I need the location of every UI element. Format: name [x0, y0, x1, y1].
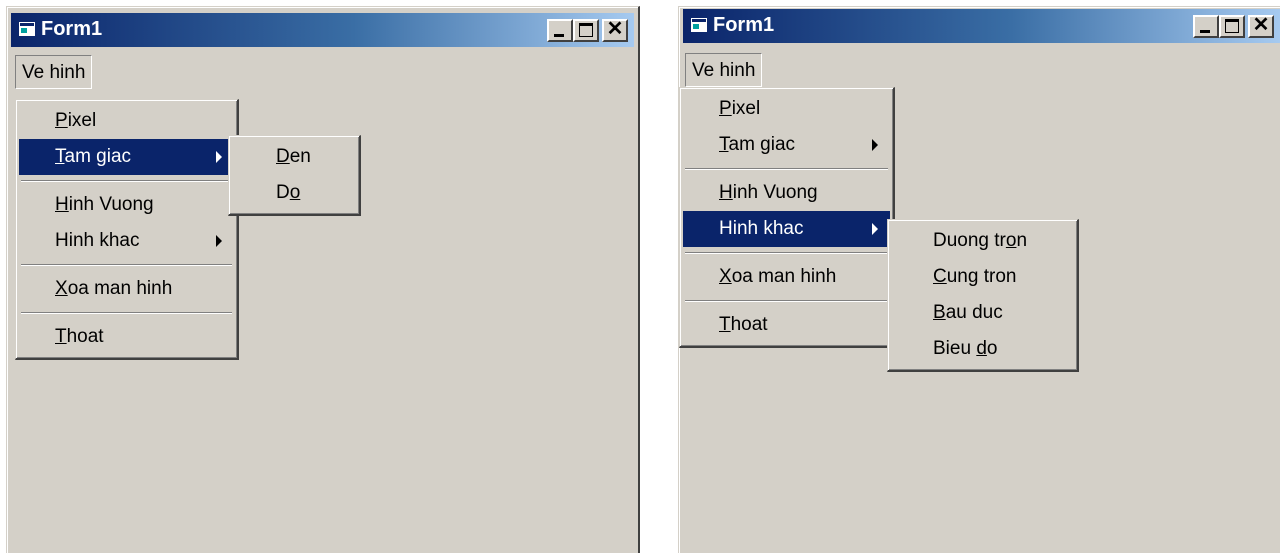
menu-separator — [683, 163, 890, 175]
label-rest: ung tron — [946, 266, 1017, 287]
mnemonic: d — [976, 338, 987, 359]
ve-hinh-dropdown: Pixel Tam giac Hinh Vuong Hinh khac Xoa … — [15, 99, 239, 360]
form-icon — [19, 22, 35, 36]
menu-separator — [19, 175, 234, 187]
label-rest: ixel — [731, 98, 761, 119]
mnemonic: T — [719, 314, 731, 335]
title-bar[interactable]: Form1 ✕ — [11, 13, 634, 47]
form-icon — [691, 18, 707, 32]
mnemonic: X — [719, 266, 732, 287]
menu-item-thoat[interactable]: Thoat — [683, 307, 890, 343]
menu-separator — [683, 247, 890, 259]
menu-separator — [19, 259, 234, 271]
submenu-arrow-icon — [216, 151, 222, 163]
submenu-arrow-icon — [216, 235, 222, 247]
menu-item-cung-tron[interactable]: Cung tron — [891, 259, 1074, 295]
menu-item-hinh-khac[interactable]: Hinh khac — [19, 223, 234, 259]
mnemonic: T — [55, 326, 67, 347]
close-icon: ✕ — [606, 18, 624, 40]
label-rest: hoat — [730, 314, 768, 335]
menu-item-hinh-vuong[interactable]: Hinh Vuong — [19, 187, 234, 223]
mnemonic: o — [289, 182, 301, 203]
mnemonic: D — [276, 146, 290, 167]
label: Hinh khac — [55, 230, 140, 251]
menu-separator — [19, 307, 234, 319]
menu-item-do[interactable]: Do — [232, 175, 356, 211]
label-rest: am giac — [728, 134, 796, 155]
menu-separator — [683, 295, 890, 307]
menu-item-duong-tron[interactable]: Duong tron — [891, 223, 1074, 259]
submenu-arrow-icon — [872, 139, 878, 151]
mnemonic: H — [719, 182, 733, 203]
menu-item-bau-duc[interactable]: Bau duc — [891, 295, 1074, 331]
menu-item-pixel[interactable]: Pixel — [683, 91, 890, 127]
close-icon: ✕ — [1252, 14, 1270, 36]
mnemonic: T — [55, 146, 65, 167]
menu-item-hinh-khac[interactable]: Hinh khac — [683, 211, 890, 247]
close-button[interactable]: ✕ — [1248, 14, 1274, 38]
label-rest: n — [1016, 230, 1028, 251]
window-title: Form1 — [713, 14, 775, 36]
label-rest: inh Vuong — [732, 182, 818, 203]
submenu-arrow-icon — [872, 223, 878, 235]
tam-giac-submenu: Den Do — [228, 135, 361, 216]
label-rest: inh Vuong — [68, 194, 154, 215]
form1-window-left: Form1 ✕ Ve hinh Pixel Tam giac Hinh Vuon… — [6, 6, 640, 553]
label-pre: Bieu — [933, 338, 977, 359]
mnemonic: P — [55, 110, 68, 131]
close-button[interactable]: ✕ — [602, 18, 628, 42]
menu-item-den[interactable]: Den — [232, 139, 356, 175]
label-rest: hoat — [66, 326, 104, 347]
menu-item-xoa-man-hinh[interactable]: Xoa man hinh — [683, 259, 890, 295]
ve-hinh-dropdown: Pixel Tam giac Hinh Vuong Hinh khac Xoa … — [679, 87, 895, 348]
mnemonic: H — [55, 194, 69, 215]
menu-item-tam-giac[interactable]: Tam giac — [19, 139, 234, 175]
label: Hinh khac — [719, 218, 804, 239]
label-rest: au duc — [945, 302, 1003, 323]
label-rest: en — [289, 146, 311, 167]
menu-item-bieu-do[interactable]: Bieu do — [891, 331, 1074, 367]
label-rest: ixel — [67, 110, 97, 131]
label-rest: am giac — [64, 146, 132, 167]
menu-item-xoa-man-hinh[interactable]: Xoa man hinh — [19, 271, 234, 307]
label-pre: D — [276, 182, 290, 203]
menu-ve-hinh[interactable]: Ve hinh — [15, 55, 93, 89]
menu-ve-hinh[interactable]: Ve hinh — [685, 53, 763, 87]
menu-item-hinh-vuong[interactable]: Hinh Vuong — [683, 175, 890, 211]
mnemonic: o — [1005, 230, 1017, 251]
maximize-button[interactable] — [573, 19, 599, 42]
window-title: Form1 — [41, 18, 103, 40]
mnemonic: X — [55, 278, 68, 299]
label-rest: oa man hinh — [67, 278, 173, 299]
menu-item-thoat[interactable]: Thoat — [19, 319, 234, 355]
label-rest: oa man hinh — [731, 266, 837, 287]
menu-item-pixel[interactable]: Pixel — [19, 103, 234, 139]
maximize-button[interactable] — [1219, 15, 1245, 38]
mnemonic: P — [719, 98, 732, 119]
hinh-khac-submenu: Duong tron Cung tron Bau duc Bieu do — [887, 219, 1079, 372]
title-bar[interactable]: Form1 ✕ — [683, 9, 1280, 43]
minimize-button[interactable] — [1193, 15, 1219, 38]
menu-item-tam-giac[interactable]: Tam giac — [683, 127, 890, 163]
mnemonic: T — [719, 134, 729, 155]
label-rest: o — [986, 338, 998, 359]
mnemonic: C — [933, 266, 947, 287]
mnemonic: B — [933, 302, 946, 323]
form1-window-right: Form1 ✕ Ve hinh Pixel Tam giac Hinh Vuon… — [678, 6, 1280, 553]
minimize-button[interactable] — [547, 19, 573, 42]
label-pre: Duong tr — [933, 230, 1006, 251]
